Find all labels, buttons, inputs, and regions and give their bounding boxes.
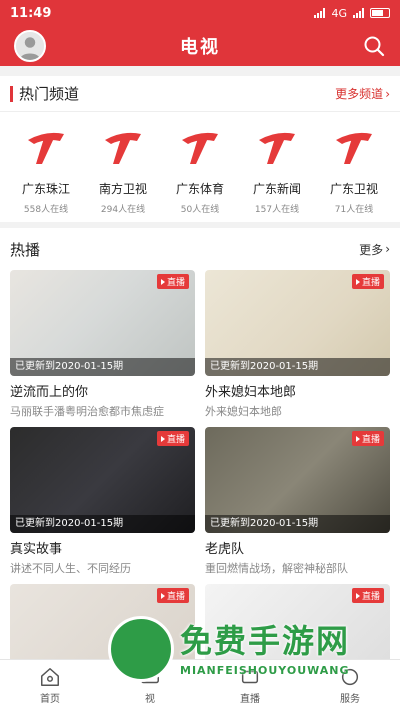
- tab-service-label: 服务: [340, 694, 360, 705]
- gdtv-logo-icon: [259, 132, 295, 164]
- avatar[interactable]: [14, 30, 46, 62]
- gdtv-logo-icon: [182, 132, 218, 164]
- hot-channels-section: 热门频道 更多频道 › 广东珠江 558人在线 南方卫视 294人在线 广东体育…: [0, 76, 400, 222]
- channel-online: 157人在线: [254, 205, 300, 215]
- program-thumbnail: 直播 已更新到2020-01-15期: [205, 270, 390, 376]
- tv-icon: [141, 669, 159, 684]
- status-time: 11:49: [10, 5, 52, 21]
- top-header: 电视: [0, 26, 400, 66]
- program-title: 外来媳妇本地郎: [205, 385, 297, 400]
- program-thumbnail: 直播 已更新到2020-01-15期: [10, 270, 195, 376]
- update-caption: 已更新到2020-01-15期: [205, 358, 390, 376]
- status-icons: 4G: [314, 7, 390, 20]
- tab-tv[interactable]: 视: [100, 660, 200, 711]
- channel-list: 广东珠江 558人在线 南方卫视 294人在线 广东体育 50人在线 广东新闻 …: [0, 112, 400, 222]
- battery-icon: [370, 8, 390, 18]
- live-badge: 直播: [351, 274, 384, 289]
- live-badge: 直播: [156, 431, 189, 446]
- program-thumbnail: 直播 已更新到2020-01-15期: [205, 427, 390, 533]
- hot-channels-header: 热门频道 更多频道 ›: [0, 76, 400, 112]
- channel-name: 广东体育: [175, 182, 224, 196]
- program-card[interactable]: 直播 已更新到2020-01-15期 逆流而上的你 马丽联手潘粤明治愈都市焦虑症: [10, 270, 195, 419]
- channel-name: 南方卫视: [98, 182, 147, 196]
- channel-item[interactable]: 广东卫视 71人在线: [318, 124, 390, 215]
- hot-play-section: 热播 更多 › 直播 已更新到2020-01-15期 逆流而上的你 马丽联手潘粤…: [0, 228, 400, 698]
- program-thumbnail: 直播 已更新到2020-01-15期: [10, 427, 195, 533]
- section-accent-bar: [10, 85, 13, 102]
- program-title: 逆流而上的你: [10, 385, 89, 400]
- hot-channels-title: 热门频道: [10, 83, 79, 104]
- channel-item[interactable]: 南方卫视 294人在线: [87, 124, 159, 215]
- search-icon[interactable]: [362, 34, 386, 58]
- gdtv-logo-icon: [28, 132, 64, 164]
- program-card[interactable]: 直播 已更新到2020-01-15期 老虎队 重回燃情战场，解密神秘部队: [205, 427, 390, 576]
- network-label: 4G: [331, 6, 347, 20]
- live-badge: 直播: [351, 588, 384, 603]
- more-channels-label: 更多频道: [335, 87, 384, 101]
- gdtv-logo-icon: [336, 132, 372, 164]
- page-title: 电视: [180, 37, 220, 58]
- live-badge: 直播: [156, 274, 189, 289]
- program-desc: 马丽联手潘粤明治愈都市焦虑症: [10, 405, 164, 418]
- tab-home-label: 首页: [40, 694, 60, 705]
- channel-online: 50人在线: [180, 205, 220, 215]
- update-caption: 已更新到2020-01-15期: [205, 515, 390, 533]
- signal-icon: [314, 8, 326, 18]
- more-channels-link[interactable]: 更多频道 ›: [335, 85, 390, 102]
- channel-online: 294人在线: [100, 205, 146, 215]
- channel-online: 558人在线: [23, 205, 69, 215]
- channel-item[interactable]: 广东体育 50人在线: [164, 124, 236, 215]
- channel-online: 71人在线: [334, 205, 374, 215]
- channel-name: 广东珠江: [21, 182, 70, 196]
- chevron-right-icon: ›: [385, 86, 390, 101]
- tab-service[interactable]: 服务: [300, 660, 400, 711]
- channel-item[interactable]: 广东新闻 157人在线: [241, 124, 313, 215]
- tab-live-label: 直播: [240, 694, 260, 705]
- tab-live[interactable]: 直播: [200, 660, 300, 711]
- app-root: 11:49 4G 电视 热门频道 更多频道 › 广东珠江 558人在线 南方卫视…: [0, 0, 400, 711]
- update-caption: 已更新到2020-01-15期: [10, 358, 195, 376]
- channel-name: 广东卫视: [329, 182, 378, 196]
- signal-icon-2: [353, 8, 364, 18]
- program-card[interactable]: 直播 已更新到2020-01-15期 外来媳妇本地郎 外来媳妇本地郎: [205, 270, 390, 419]
- program-desc: 重回燃情战场，解密神秘部队: [205, 562, 348, 575]
- user-avatar-icon: [16, 32, 44, 60]
- status-bar: 11:49 4G: [0, 0, 400, 26]
- chevron-right-icon: ›: [385, 242, 390, 256]
- update-caption: 已更新到2020-01-15期: [10, 515, 195, 533]
- live-badge: 直播: [156, 588, 189, 603]
- program-grid: 直播 已更新到2020-01-15期 逆流而上的你 马丽联手潘粤明治愈都市焦虑症…: [10, 270, 390, 698]
- gdtv-logo-icon: [105, 132, 141, 164]
- program-title: 真实故事: [10, 542, 63, 557]
- home-icon: [41, 668, 59, 686]
- program-card[interactable]: 直播 已更新到2020-01-15期 真实故事 讲述不同人生、不同经历: [10, 427, 195, 576]
- hot-play-header: 热播 更多 ›: [10, 228, 390, 270]
- live-icon: [241, 670, 259, 684]
- live-badge: 直播: [351, 431, 384, 446]
- tab-tv-label: 视: [145, 694, 155, 705]
- more-hot-label: 更多: [359, 242, 384, 257]
- more-hot-link[interactable]: 更多 ›: [359, 241, 390, 258]
- channel-name: 广东新闻: [252, 182, 301, 196]
- tab-home[interactable]: 首页: [0, 660, 100, 711]
- bottom-tab-bar: 首页 视 直播 服务: [0, 659, 400, 711]
- hot-play-heading: 热播: [10, 240, 41, 259]
- program-desc: 讲述不同人生、不同经历: [10, 562, 131, 575]
- program-desc: 外来媳妇本地郎: [205, 405, 282, 418]
- program-title: 老虎队: [205, 542, 245, 557]
- service-icon: [341, 668, 359, 686]
- hot-channels-heading: 热门频道: [19, 85, 80, 103]
- channel-item[interactable]: 广东珠江 558人在线: [10, 124, 82, 215]
